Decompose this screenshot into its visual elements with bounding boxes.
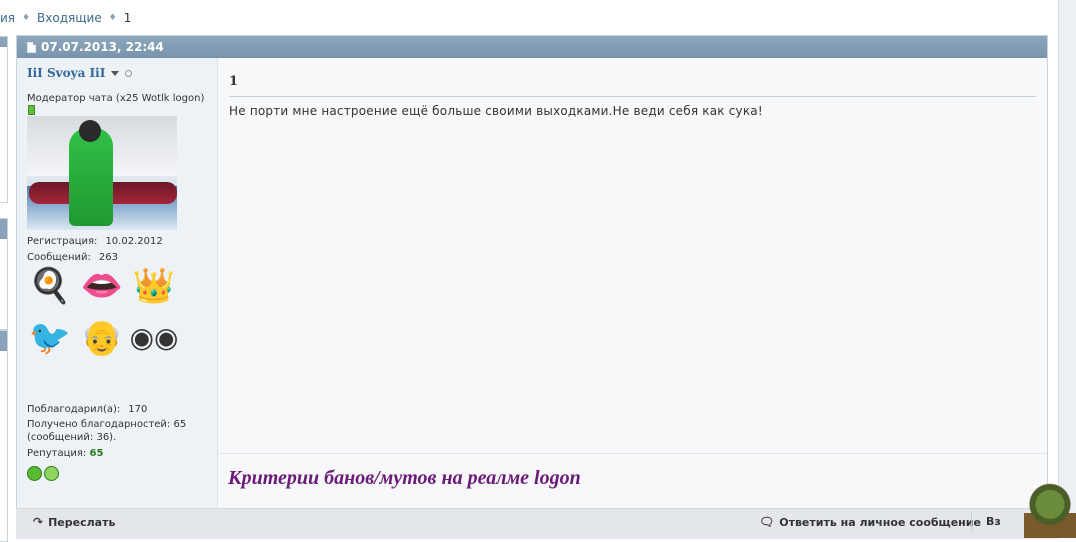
breadcrumb-current: 1 xyxy=(123,11,132,25)
thanked-value: 170 xyxy=(128,404,148,415)
thanks-received-line2: (сообщений: 36). xyxy=(27,432,117,443)
binoculars-icon[interactable]: ◉◉ xyxy=(130,315,179,361)
left-panel-3 xyxy=(0,330,8,542)
crown-icon[interactable]: 👑 xyxy=(131,263,177,309)
reputation-value: 65 xyxy=(89,448,104,459)
reputation-row: Репутация: 65 xyxy=(27,448,103,459)
thanked-label: Поблагодарил(а): xyxy=(27,404,121,415)
signature-divider xyxy=(218,453,1047,454)
user-info-panel: IiI Svoya IiI Модератор чата (x25 Wotlk … xyxy=(17,58,218,508)
registration-row: Регистрация: 10.02.2012 xyxy=(27,236,163,247)
dropdown-arrow-icon[interactable] xyxy=(111,70,120,76)
post-header: 07.07.2013, 22:44 xyxy=(17,36,1047,58)
left-panel-1 xyxy=(0,36,8,203)
thanked-row: Поблагодарил(а): 170 xyxy=(27,404,147,415)
post-content: 1 Не порти мне настроение ещё больше сво… xyxy=(218,58,1047,508)
username-link[interactable]: IiI Svoya IiI xyxy=(27,66,105,80)
lips-icon[interactable]: 👄 xyxy=(79,263,125,309)
thanks-received-line1: Получено благодарностей: 65 xyxy=(27,419,187,430)
breadcrumb-prev-link[interactable]: ия xyxy=(0,11,15,25)
registration-value: 10.02.2012 xyxy=(105,236,163,247)
breadcrumb-inbox-link[interactable]: Входящие xyxy=(37,11,102,25)
forward-label: Переслать xyxy=(48,515,116,529)
bald-man-icon[interactable]: 👴 xyxy=(79,315,125,361)
speech-bubble-icon: 🗨 xyxy=(759,515,775,529)
forward-arrow-icon: ↷ xyxy=(33,515,44,529)
leaf-icon xyxy=(44,466,59,481)
footer-divider xyxy=(971,513,972,531)
breadcrumb: ия ♦ Входящие ♦ 1 xyxy=(0,11,131,25)
awards-grid: 🍳 👄 👑 🐦 👴 ◉◉ xyxy=(27,263,187,361)
clover-icon xyxy=(27,466,42,481)
signature-link[interactable]: Критерии банов/мутов на реалме logon xyxy=(228,467,581,490)
chef-hat-icon[interactable]: 🍳 xyxy=(27,263,73,309)
avatar[interactable] xyxy=(27,116,177,230)
posts-row: Сообщений: 263 xyxy=(27,252,118,263)
pirate-bird-icon[interactable]: 🐦 xyxy=(27,315,73,361)
breadcrumb-arrow-icon: ♦ xyxy=(108,13,117,23)
reply-pm-label: Ответить на личное сообщение xyxy=(779,515,981,529)
right-scroll-strip xyxy=(1058,0,1076,538)
post-footer: ↷ Переслать 🗨 Ответить на личное сообщен… xyxy=(16,508,1058,539)
orc-mascot-image xyxy=(1024,482,1076,538)
private-message-post: 07.07.2013, 22:44 IiI Svoya IiI Модерато… xyxy=(16,35,1048,532)
reply-pm-button[interactable]: 🗨 Ответить на личное сообщение xyxy=(759,515,981,529)
reputation-label: Репутация: xyxy=(27,448,87,459)
user-title: Модератор чата (x25 Wotlk logon) xyxy=(27,93,205,104)
reputation-bar-icon xyxy=(28,105,35,115)
registration-label: Регистрация: xyxy=(27,236,98,247)
left-side-panels xyxy=(0,36,8,542)
posts-label: Сообщений: xyxy=(27,252,91,263)
title-divider xyxy=(229,96,1036,97)
more-button[interactable]: Вз xyxy=(986,515,1001,528)
more-label: Вз xyxy=(986,515,1001,528)
username-menu[interactable]: IiI Svoya IiI xyxy=(27,66,133,80)
forward-button[interactable]: ↷ Переслать xyxy=(33,515,115,529)
posts-value: 263 xyxy=(98,252,118,263)
post-title: 1 xyxy=(229,74,239,89)
offline-status-icon xyxy=(125,69,133,77)
document-icon xyxy=(27,41,36,53)
breadcrumb-arrow-icon: ♦ xyxy=(21,13,31,23)
post-text: Не порти мне настроение ещё больше своим… xyxy=(229,104,763,118)
post-date: 07.07.2013, 22:44 xyxy=(41,40,164,54)
reputation-icons xyxy=(27,466,59,481)
left-panel-2 xyxy=(0,218,8,330)
